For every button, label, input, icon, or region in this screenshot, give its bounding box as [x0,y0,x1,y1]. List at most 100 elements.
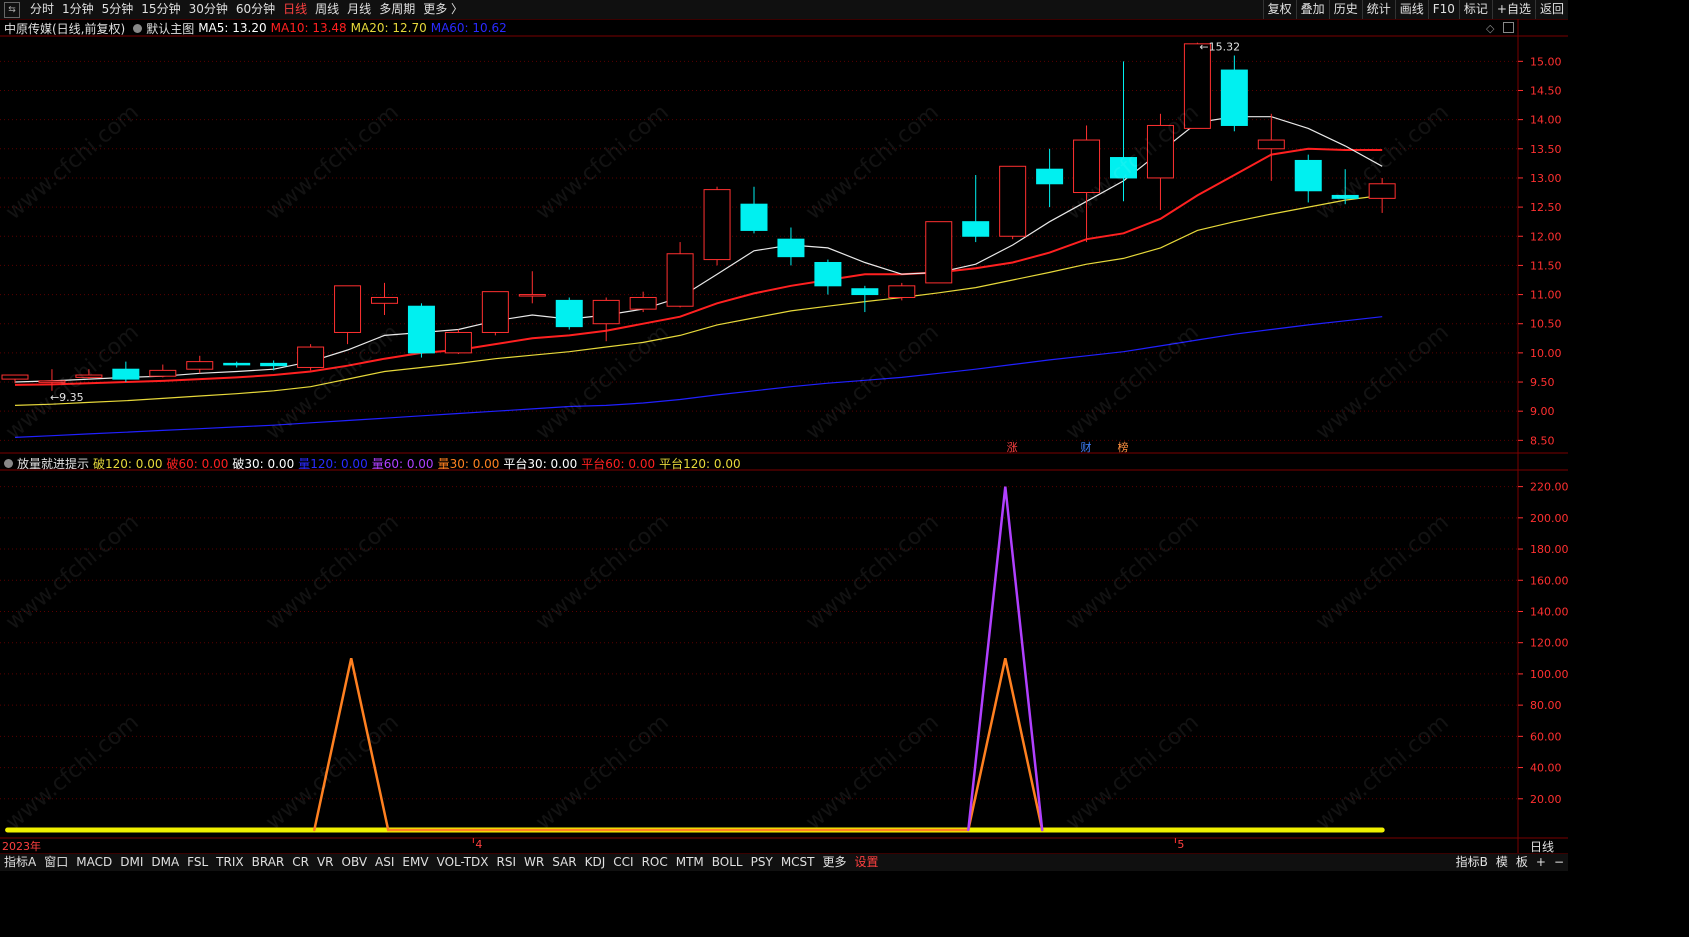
bottom-control-1[interactable]: 模 [1492,854,1512,871]
indicator-tab-1[interactable]: 窗口 [40,854,72,871]
bottom-control-0[interactable]: 指标B [1452,854,1492,871]
indicator-tab-25[interactable]: 设置 [851,854,883,871]
main-y-label-8: 12.50 [1530,201,1562,214]
candle-10[interactable] [371,282,398,315]
candle-body [186,361,214,370]
candle-23[interactable] [851,285,879,313]
indicator-tab-12[interactable]: EMV [398,854,432,871]
bottom-right-controls: 指标B 模板 + − [1452,854,1568,871]
chart-canvas[interactable]: ←15.32 ←9.35 8.50 9.00 9.50 10.00 10.50 11.00 1… [0,0,1568,853]
indicator-tab-2[interactable]: MACD [72,854,116,871]
candle-body [777,238,805,258]
indicator-tab-10[interactable]: OBV [338,854,372,871]
candle-11[interactable] [407,303,435,358]
indicator-tab-20[interactable]: MTM [672,854,708,871]
candle-20[interactable] [740,186,768,234]
candle-15[interactable] [555,297,583,330]
bottom-control-3[interactable]: + [1532,854,1550,871]
candle-31[interactable] [1146,113,1174,211]
indicator-tab-7[interactable]: BRAR [248,854,289,871]
event-marker-2[interactable]: 榜 [1118,440,1129,454]
candle-body [444,331,472,354]
ind-y-label-3: 80.00 [1530,699,1562,712]
candle-30[interactable] [1110,61,1137,202]
candle-body [592,299,620,325]
indicator-tab-21[interactable]: BOLL [708,854,747,871]
indicator-tab-18[interactable]: CCI [609,854,637,871]
ind-y-label-6: 140.00 [1530,605,1568,618]
candle-6[interactable] [223,361,251,368]
candle-34[interactable] [1257,113,1285,181]
candle-body [38,380,66,383]
candle-24[interactable] [888,282,916,301]
candle-2[interactable] [75,369,103,380]
candle-body [75,374,103,378]
candle-37[interactable] [1368,177,1396,213]
window-square-icon[interactable] [1503,22,1514,33]
candle-27[interactable] [999,165,1027,240]
candle-33[interactable] [1220,55,1248,132]
main-y-label-4: 10.50 [1530,318,1562,331]
ind-y-label-10: 220.00 [1530,481,1568,494]
indicator-tab-11[interactable]: ASI [371,854,398,871]
ma10-line [14,147,1383,386]
candle-13[interactable] [481,291,509,336]
candle-7[interactable] [260,360,288,371]
candle-32[interactable] [1183,42,1211,129]
candle-body [999,165,1027,237]
candle-body [1331,194,1359,199]
candle-body [1073,139,1101,194]
candle-12[interactable] [444,329,472,355]
candle-26[interactable] [962,175,990,243]
candle-28[interactable] [1036,148,1064,208]
indicator-lines [5,486,1385,833]
candle-5[interactable] [186,355,214,374]
main-y-label-7: 12.00 [1530,230,1562,243]
candle-18[interactable] [666,242,694,308]
candle-25[interactable] [925,221,953,284]
indicator-tab-6[interactable]: TRIX [212,854,247,871]
candle-body [629,296,657,310]
indicator-tab-5[interactable]: FSL [183,854,212,871]
candle-3[interactable] [112,361,140,383]
candle-body [555,299,583,328]
candle-16[interactable] [592,297,620,342]
candle-body [518,294,546,297]
event-marker-1[interactable]: 财 [1081,440,1092,454]
candle-22[interactable] [814,259,842,295]
indicator-tab-23[interactable]: MCST [777,854,819,871]
indicator-tab-13[interactable]: VOL-TDX [433,854,493,871]
candle-4[interactable] [149,364,177,378]
indicator-tab-17[interactable]: KDJ [581,854,610,871]
ma20-line [14,194,1383,406]
indicator-tab-22[interactable]: PSY [747,854,777,871]
candle-35[interactable] [1294,154,1322,203]
indicator-tab-16[interactable]: SAR [548,854,580,871]
indicator-tab-0[interactable]: 指标A [0,854,40,871]
indicator-tab-4[interactable]: DMA [147,854,183,871]
indicator-tab-19[interactable]: ROC [638,854,672,871]
candle-19[interactable] [703,186,731,266]
candle-8[interactable] [297,344,325,371]
candle-14[interactable] [518,271,546,304]
candle-29[interactable] [1073,125,1101,243]
candle-21[interactable] [777,227,805,266]
window-diamond-icon[interactable]: ◇ [1486,22,1494,35]
indicator-tab-14[interactable]: RSI [493,854,521,871]
chart-frame [0,19,1568,853]
indicator-tabs: 指标A 窗口 MACD DMI DMA FSL TRIX BRAR CR VR OBV ASI EMV V… [0,854,883,871]
bottom-control-2[interactable]: 板 [1512,854,1532,871]
candle-body [371,296,398,304]
indicator-tab-24[interactable]: 更多 [819,854,851,871]
candle-body [297,346,325,368]
candle-9[interactable] [334,285,362,345]
indicator-line-量30 [313,658,1044,832]
indicator-tab-8[interactable]: CR [288,854,313,871]
candle-body [1294,159,1322,192]
bottom-control-4[interactable]: − [1550,854,1568,871]
indicator-tab-15[interactable]: WR [520,854,548,871]
indicator-tab-3[interactable]: DMI [116,854,147,871]
candle-body [223,362,251,366]
indicator-tab-9[interactable]: VR [313,854,338,871]
event-marker-0[interactable]: 涨 [1007,441,1018,454]
